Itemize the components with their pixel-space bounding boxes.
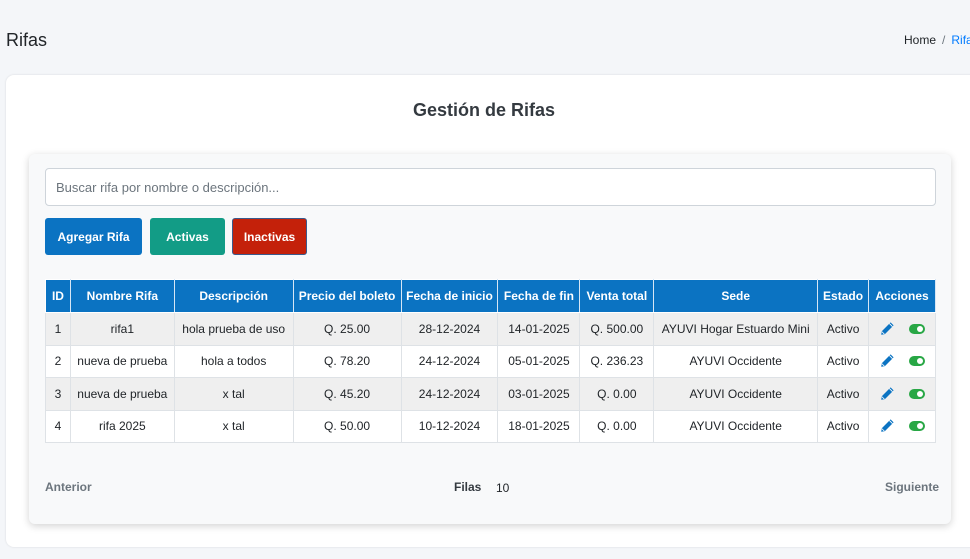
pencil-icon[interactable] (879, 353, 895, 369)
cell-fecha-fin: 14-01-2025 (497, 312, 581, 346)
cell-venta-total: Q. 0.00 (579, 409, 655, 443)
next-page-button[interactable]: Siguiente (885, 480, 939, 494)
cell-nombre: rifa 2025 (69, 409, 175, 443)
cell-fecha-inicio: 24-12-2024 (400, 377, 499, 411)
column-header[interactable]: Fecha de inicio (400, 279, 499, 313)
cell-id: 3 (45, 377, 71, 411)
table-header-row: ID Nombre Rifa Descripción Precio del bo… (45, 279, 936, 313)
cell-estado: Activo (817, 344, 870, 378)
cell-precio: Q. 25.00 (292, 312, 402, 346)
table-row: 2 nueva de prueba hola a todos Q. 78.20 24-1… (45, 344, 936, 378)
breadcrumb-separator: / (942, 33, 946, 47)
cell-id: 4 (45, 409, 71, 443)
cell-id: 2 (45, 344, 71, 378)
rows-per-page-label: Filas (454, 480, 482, 494)
cell-fecha-inicio: 24-12-2024 (400, 344, 499, 378)
toggle-on-icon[interactable] (909, 323, 926, 334)
pencil-icon[interactable] (879, 386, 895, 402)
cell-descripcion: x tal (173, 409, 294, 443)
inactive-filter-button[interactable]: Inactivas (232, 218, 307, 255)
cell-venta-total: Q. 236.23 (579, 344, 655, 378)
cell-venta-total: Q. 500.00 (579, 312, 655, 346)
cell-precio: Q. 78.20 (292, 344, 402, 378)
search-input[interactable] (45, 168, 936, 206)
cell-nombre: nueva de prueba (69, 377, 175, 411)
cell-precio: Q. 45.20 (292, 377, 402, 411)
toggle-on-icon[interactable] (909, 421, 926, 432)
cell-fecha-inicio: 10-12-2024 (400, 409, 499, 443)
breadcrumb-current: Rifas (951, 33, 970, 47)
rows-per-page-select[interactable]: 10 (496, 481, 509, 495)
active-filter-button[interactable]: Activas (150, 218, 225, 255)
cell-sede: AYUVI Occidente (653, 377, 819, 411)
cell-estado: Activo (817, 409, 870, 443)
column-header[interactable]: Estado (817, 279, 870, 313)
column-header[interactable]: Descripción (173, 279, 294, 313)
cell-actions (868, 409, 936, 443)
cell-precio: Q. 50.00 (292, 409, 402, 443)
toggle-on-icon[interactable] (909, 356, 926, 367)
pencil-icon[interactable] (879, 321, 895, 337)
column-header[interactable]: Precio del boleto (292, 279, 402, 313)
column-header[interactable]: Fecha de fin (497, 279, 581, 313)
breadcrumb: Home / Rifas (904, 33, 970, 47)
cell-fecha-fin: 03-01-2025 (497, 377, 581, 411)
cell-sede: AYUVI Hogar Estuardo Mini (653, 312, 819, 346)
cell-nombre: rifa1 (69, 312, 175, 346)
previous-page-button[interactable]: Anterior (45, 480, 92, 494)
page-title: Rifas (6, 30, 48, 50)
toggle-on-icon[interactable] (909, 388, 926, 399)
cell-actions (868, 312, 936, 346)
table-row: 3 nueva de prueba x tal Q. 45.20 24-12-2024 0… (45, 377, 936, 411)
column-header[interactable]: Nombre Rifa (69, 279, 175, 313)
column-header[interactable]: ID (45, 279, 71, 313)
column-header: Acciones (868, 279, 936, 313)
table-row: 4 rifa 2025 x tal Q. 50.00 10-12-2024 18-01-2… (45, 409, 936, 443)
cell-fecha-inicio: 28-12-2024 (400, 312, 499, 346)
cell-descripcion: hola prueba de uso (173, 312, 294, 346)
cell-descripcion: x tal (173, 377, 294, 411)
rifas-table: ID Nombre Rifa Descripción Precio del bo… (45, 279, 936, 443)
cell-sede: AYUVI Occidente (653, 409, 819, 443)
breadcrumb-home[interactable]: Home (904, 33, 936, 47)
cell-sede: AYUVI Occidente (653, 344, 819, 378)
cell-actions (868, 377, 936, 411)
add-raffle-button[interactable]: Agregar Rifa (45, 218, 142, 255)
cell-actions (868, 344, 936, 378)
cell-id: 1 (45, 312, 71, 346)
pencil-icon[interactable] (879, 418, 895, 434)
cell-estado: Activo (817, 312, 870, 346)
cell-fecha-fin: 05-01-2025 (497, 344, 581, 378)
cell-fecha-fin: 18-01-2025 (497, 409, 581, 443)
cell-venta-total: Q. 0.00 (579, 377, 655, 411)
column-header[interactable]: Sede (653, 279, 819, 313)
column-header[interactable]: Venta total (579, 279, 655, 313)
cell-descripcion: hola a todos (173, 344, 294, 378)
table-row: 1 rifa1 hola prueba de uso Q. 25.00 28-12-20… (45, 312, 936, 346)
card-title: Gestión de Rifas (412, 100, 556, 120)
cell-estado: Activo (817, 377, 870, 411)
cell-nombre: nueva de prueba (69, 344, 175, 378)
